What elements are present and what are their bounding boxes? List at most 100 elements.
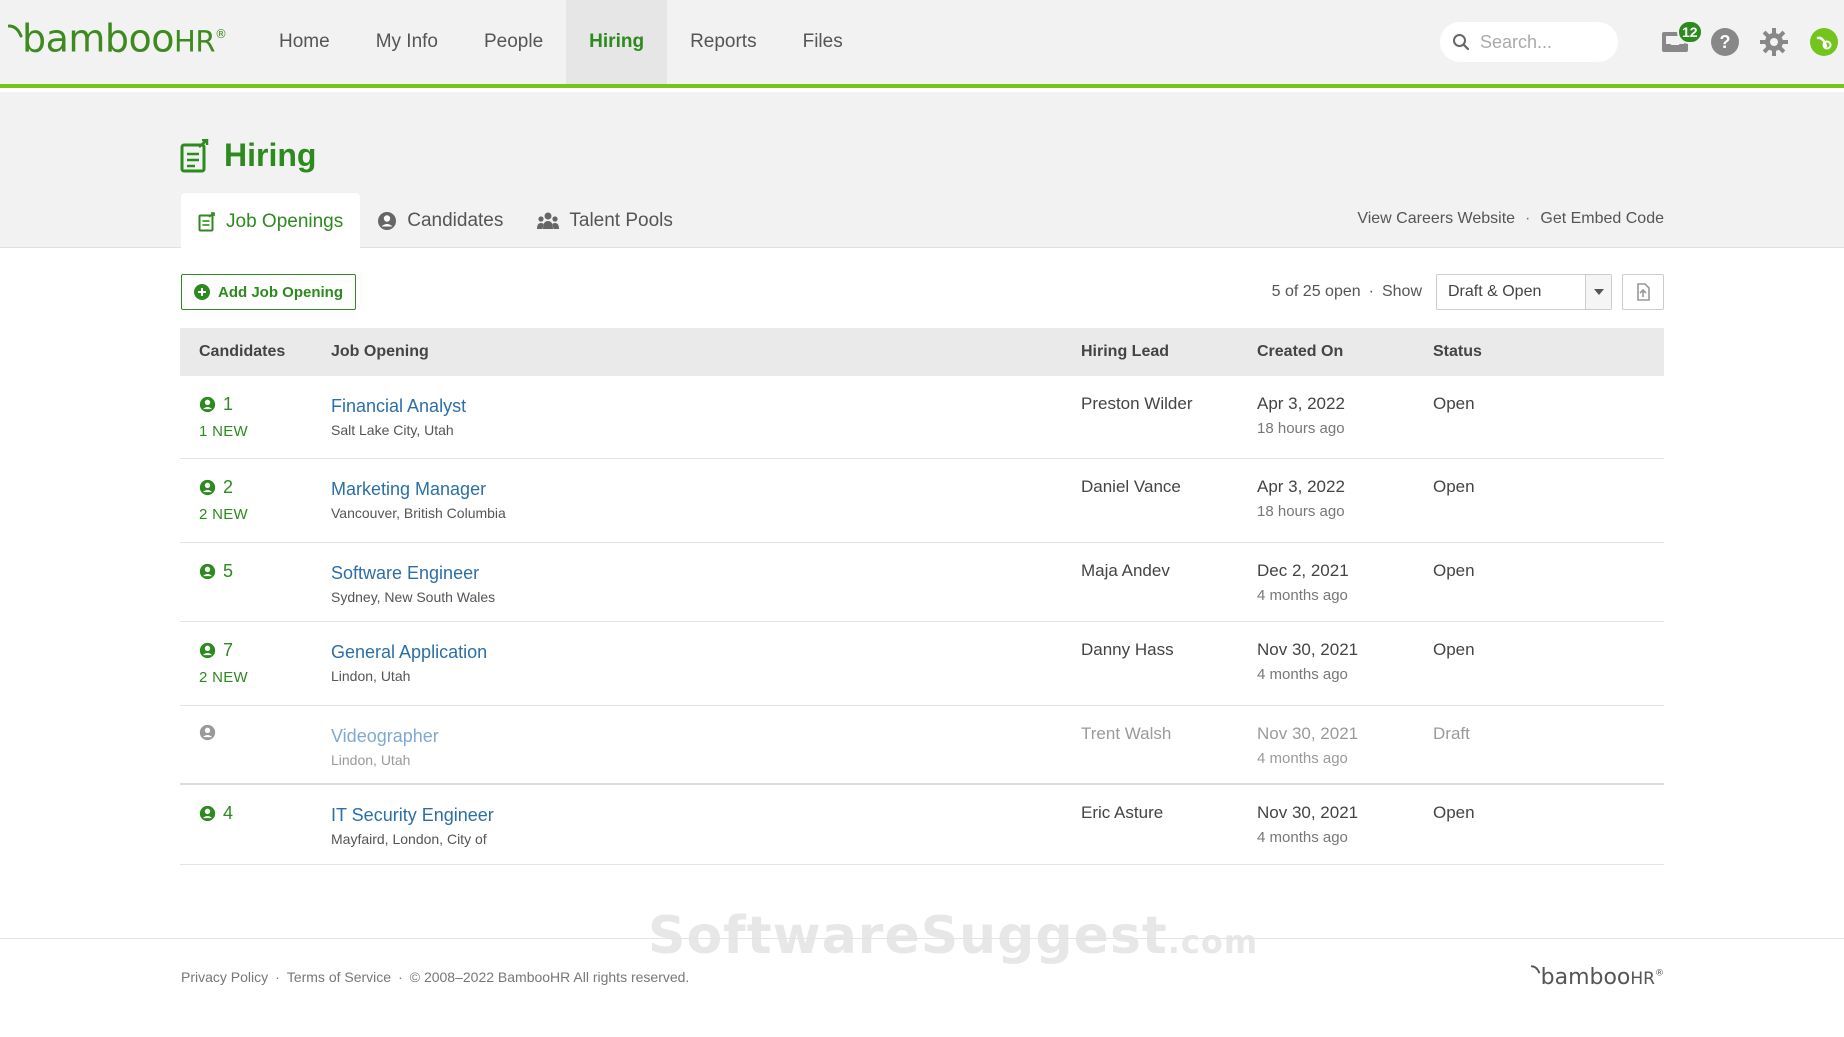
footer-links: Privacy Policy · Terms of Service · © 20…: [181, 969, 689, 985]
job-opening-cell: Financial Analyst Salt Lake City, Utah: [331, 394, 466, 438]
job-title-link[interactable]: Marketing Manager: [331, 479, 506, 500]
job-title-link[interactable]: IT Security Engineer: [331, 805, 494, 826]
job-opening-cell: General Application Lindon, Utah: [331, 640, 487, 684]
footer: Privacy Policy · Terms of Service · © 20…: [0, 938, 1844, 1037]
created-on-cell: Dec 2, 2021 4 months ago: [1257, 561, 1349, 604]
tab-candidates[interactable]: Candidates: [360, 193, 520, 249]
job-location: Lindon, Utah: [331, 752, 411, 768]
person-icon: [199, 563, 216, 580]
separator: ·: [1525, 210, 1531, 227]
chevron-down-icon: [1585, 275, 1611, 309]
job-openings-table: Candidates Job Opening Hiring Lead Creat…: [180, 328, 1664, 865]
view-careers-website-link[interactable]: View Careers Website: [1357, 210, 1515, 228]
created-on-cell: Apr 3, 2022 18 hours ago: [1257, 394, 1345, 437]
header-links: View Careers Website · Get Embed Code: [1357, 210, 1664, 228]
job-title-link[interactable]: General Application: [331, 642, 487, 663]
column-header-created-on[interactable]: Created On: [1257, 343, 1343, 361]
table-row: 7 2 NEW General Application Lindon, Utah…: [180, 622, 1664, 706]
job-location: Salt Lake City, Utah: [331, 422, 454, 438]
search-input[interactable]: [1480, 31, 1610, 53]
tab-label: Candidates: [407, 210, 504, 231]
logo-text: bambooHR®: [22, 17, 227, 61]
export-button[interactable]: [1622, 274, 1664, 310]
tab-talent-pools[interactable]: Talent Pools: [520, 193, 690, 249]
created-relative: 4 months ago: [1257, 666, 1348, 683]
gear-icon: [1760, 28, 1788, 56]
add-job-opening-label: Add Job Opening: [218, 283, 343, 301]
bamboohr-logo[interactable]: bambooHR®: [8, 19, 227, 62]
nav-item-home[interactable]: Home: [256, 0, 353, 84]
candidates-cell: 4: [199, 803, 233, 824]
search-box[interactable]: [1440, 22, 1618, 62]
tab-label: Talent Pools: [569, 210, 673, 231]
svg-text:?: ?: [1720, 32, 1731, 52]
candidates-cell: 5: [199, 561, 233, 582]
hiring-lead: Preston Wilder: [1081, 394, 1193, 413]
user-avatar-button[interactable]: [1804, 22, 1844, 62]
person-icon: [199, 642, 216, 659]
settings-button[interactable]: [1754, 22, 1794, 62]
created-on-cell: Apr 3, 2022 18 hours ago: [1257, 477, 1345, 520]
tab-job-openings[interactable]: Job Openings: [181, 193, 361, 250]
main-nav: Home My Info People Hiring Reports Files: [256, 0, 866, 84]
page-heading: Hiring: [224, 137, 317, 173]
candidate-count-link[interactable]: 7: [199, 640, 248, 661]
job-title-link[interactable]: Software Engineer: [331, 563, 495, 584]
show-label: Show: [1381, 283, 1422, 300]
separator: ·: [275, 969, 280, 985]
status-text: Open: [1433, 803, 1475, 822]
candidate-count-link[interactable]: [199, 724, 223, 741]
person-icon: [199, 805, 216, 822]
nav-item-reports[interactable]: Reports: [667, 0, 780, 84]
candidates-cell: 2 2 NEW: [199, 477, 248, 523]
candidates-cell: 1 1 NEW: [199, 394, 248, 440]
job-title-link[interactable]: Financial Analyst: [331, 396, 466, 417]
status-filter-value: Draft & Open: [1448, 283, 1542, 300]
tab-label: Job Openings: [226, 210, 344, 232]
table-row: Videographer Lindon, Utah Trent Walsh No…: [180, 706, 1664, 785]
hiring-lead: Maja Andev: [1081, 561, 1170, 580]
plus-circle-icon: [194, 284, 210, 300]
leaf-icon: [1530, 965, 1540, 974]
new-candidates-count[interactable]: 2 NEW: [199, 669, 248, 686]
created-relative: 4 months ago: [1257, 829, 1348, 846]
notification-badge: 12: [1677, 20, 1703, 44]
created-relative: 18 hours ago: [1257, 420, 1345, 437]
candidate-count: 7: [223, 640, 234, 660]
column-header-status[interactable]: Status: [1433, 343, 1482, 361]
nav-item-my-info[interactable]: My Info: [353, 0, 461, 84]
person-icon: [378, 212, 397, 230]
created-date: Apr 3, 2022: [1257, 477, 1345, 496]
new-candidates-count[interactable]: 2 NEW: [199, 506, 248, 523]
privacy-policy-link[interactable]: Privacy Policy: [181, 969, 268, 985]
help-button[interactable]: ?: [1705, 22, 1745, 62]
candidate-count-link[interactable]: 4: [199, 803, 233, 824]
get-embed-code-link[interactable]: Get Embed Code: [1540, 210, 1664, 228]
candidate-count: 1: [223, 394, 234, 414]
hiring-lead: Danny Hass: [1081, 640, 1174, 659]
new-candidates-count[interactable]: 1 NEW: [199, 423, 248, 440]
add-job-opening-button[interactable]: Add Job Opening: [181, 274, 356, 310]
nav-item-hiring[interactable]: Hiring: [566, 0, 668, 84]
hiring-lead: Trent Walsh: [1081, 724, 1172, 743]
candidate-count: 2: [223, 477, 234, 497]
candidates-cell: [199, 724, 223, 741]
column-header-candidates[interactable]: Candidates: [199, 343, 285, 361]
table-row: 4 IT Security Engineer Mayfaird, London,…: [180, 785, 1664, 865]
status-filter-select[interactable]: Draft & Open: [1436, 274, 1612, 310]
job-title-link[interactable]: Videographer: [331, 726, 439, 747]
nav-item-files[interactable]: Files: [780, 0, 866, 84]
candidate-count: 5: [223, 561, 234, 581]
terms-of-service-link[interactable]: Terms of Service: [287, 969, 391, 985]
person-icon: [199, 396, 216, 413]
column-header-hiring-lead[interactable]: Hiring Lead: [1081, 343, 1169, 361]
created-relative: 18 hours ago: [1257, 503, 1345, 520]
job-opening-cell: Videographer Lindon, Utah: [331, 724, 439, 768]
table-row: 1 1 NEW Financial Analyst Salt Lake City…: [180, 376, 1664, 459]
candidate-count-link[interactable]: 2: [199, 477, 248, 498]
column-header-job-opening[interactable]: Job Opening: [331, 343, 429, 361]
candidate-count-link[interactable]: 5: [199, 561, 233, 582]
nav-item-people[interactable]: People: [461, 0, 566, 84]
candidate-count-link[interactable]: 1: [199, 394, 248, 415]
open-count: 5 of 25 open: [1271, 283, 1361, 300]
